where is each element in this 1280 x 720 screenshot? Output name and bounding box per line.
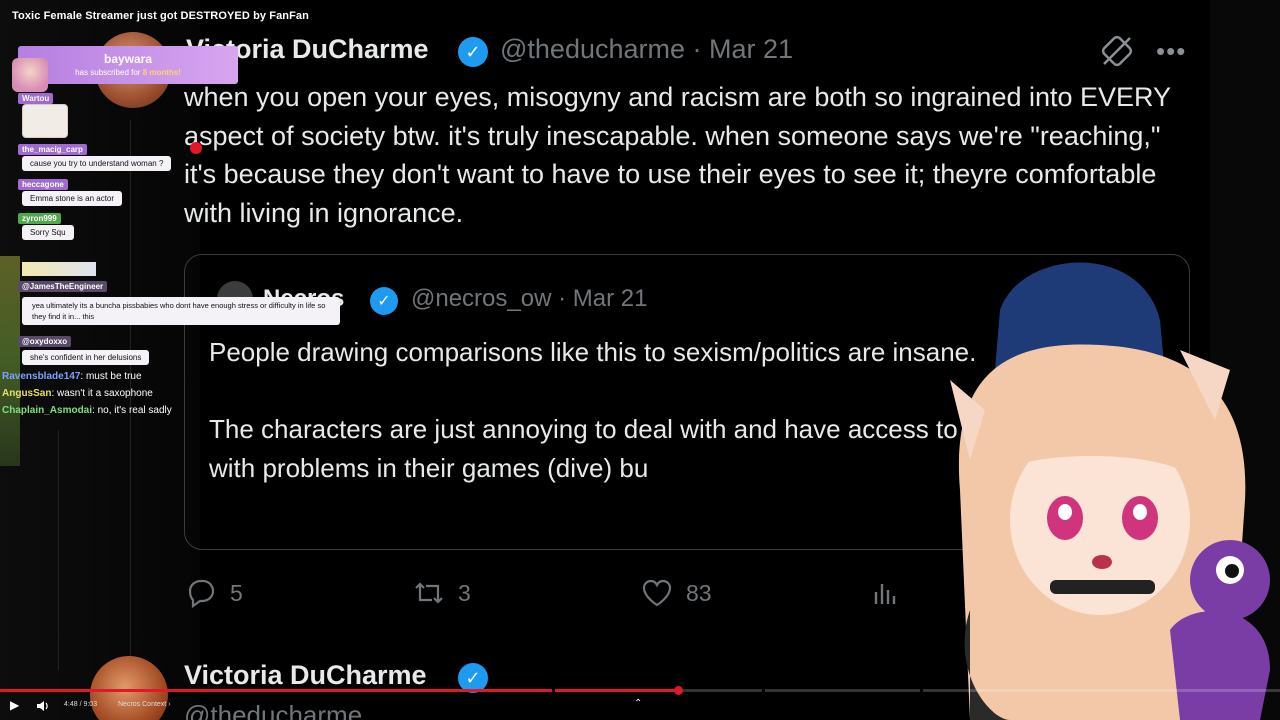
- like-button[interactable]: 83: [640, 576, 712, 610]
- heart-icon: [642, 579, 672, 607]
- tweet2-author-name[interactable]: Victoria DuCharme: [184, 660, 427, 691]
- chat-message: : must be true: [80, 371, 142, 382]
- chapter-marker: [762, 689, 765, 692]
- subscriber-emote: [12, 58, 48, 92]
- chat-message: Emma stone is an actor: [22, 191, 123, 206]
- chat-username: @JamesTheEngineer: [18, 281, 108, 292]
- subscription-text: has subscribed for 8 months!: [75, 68, 181, 77]
- chapter-title[interactable]: Necros Context ›: [118, 701, 171, 708]
- chat-username: Wartou: [18, 93, 54, 104]
- chat-username: Chaplain_Asmodai: [2, 405, 93, 416]
- chat-line: AngusSan: wasn't it a saxophone: [2, 388, 153, 399]
- like-count: 83: [686, 579, 712, 606]
- chat-username: heccagone: [18, 179, 68, 190]
- heart-reaction-icon: [190, 142, 202, 154]
- volume-icon[interactable]: [36, 700, 50, 712]
- chevron-up-icon[interactable]: ⌃: [634, 698, 642, 709]
- divider-line: [58, 430, 59, 670]
- retweet-button[interactable]: 3: [412, 576, 471, 610]
- chat-message: yea ultimately its a buncha pissbabies w…: [22, 297, 340, 325]
- reply-button[interactable]: 5: [184, 576, 243, 610]
- verified-badge-icon: ✓: [458, 37, 488, 67]
- quoted-handle-date: @necros_ow · Mar 21: [411, 285, 648, 312]
- chat-message: : wasn't it a saxophone: [51, 388, 153, 399]
- tweet-handle-date[interactable]: @theducharme · Mar 21: [500, 34, 793, 65]
- video-frame[interactable]: Victoria DuCharme ✓ @theducharme · Mar 2…: [0, 0, 1280, 720]
- analytics-icon: [874, 584, 896, 604]
- play-icon[interactable]: ▶: [10, 698, 19, 712]
- chat-message: Sorry Squ: [22, 225, 74, 240]
- chapter-marker: [920, 689, 923, 692]
- chat-username: zyron999: [18, 213, 61, 224]
- views-button[interactable]: [870, 576, 904, 610]
- left-edge-glow: [0, 256, 20, 466]
- tweet-text: when you open your eyes, misogyny and ra…: [184, 82, 1171, 228]
- chat-username: Ravensblade147: [2, 371, 81, 382]
- subscriber-name: baywara: [103, 52, 153, 66]
- chat-line: Chaplain_Asmodai: no, it's real sadly: [2, 405, 172, 416]
- player-controls: ▶ 4:48 / 9:03 Necros Context › ⌃: [0, 696, 1280, 720]
- chat-message: cause you try to understand woman ?: [22, 156, 172, 171]
- chat-username: the_macig_carp: [18, 144, 87, 155]
- chapter-marker: [552, 689, 555, 692]
- progress-bar-fill: [0, 689, 678, 692]
- verified-badge-icon: ✓: [370, 287, 398, 315]
- reply-icon: [188, 579, 215, 609]
- chat-message: : no, it's real sadly: [92, 405, 172, 416]
- more-options-icon[interactable]: •••: [1156, 36, 1186, 67]
- chat-message: she's confident in her delusions: [22, 350, 150, 365]
- vtuber-avatar: [950, 262, 1270, 720]
- chat-line: Ravensblade147: must be true: [2, 371, 142, 382]
- progress-scrubber-handle[interactable]: [674, 686, 683, 695]
- reply-count: 5: [230, 579, 243, 606]
- chat-sticker-image: [22, 104, 68, 138]
- chat-username: @oxydoxxo: [18, 336, 72, 347]
- subscription-duration: 8 months!: [142, 68, 181, 77]
- chat-sticker-image: [22, 262, 96, 276]
- retweet-count: 3: [458, 579, 471, 606]
- time-display: 4:48 / 9:03: [64, 701, 98, 708]
- video-title[interactable]: Toxic Female Streamer just got DESTROYED…: [12, 10, 309, 22]
- retweet-icon: [415, 582, 443, 604]
- subscription-alert: baywara has subscribed for 8 months!: [18, 46, 238, 84]
- chat-username: AngusSan: [2, 388, 52, 399]
- grok-icon[interactable]: [1100, 34, 1134, 68]
